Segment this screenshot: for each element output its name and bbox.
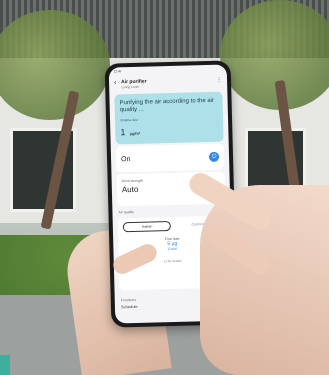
power-label: On [120, 155, 131, 163]
tree [220, 0, 329, 110]
ultrafine-dust-value: 1 [120, 127, 126, 138]
status-card: Purifying the air according to the air q… [114, 91, 224, 145]
more-options-icon[interactable]: ⋮ [216, 77, 222, 84]
power-icon[interactable]: ⏻ [208, 151, 220, 162]
app-bar: ‹ Air purifier Living room ⋮ [109, 74, 227, 92]
status-text: Purifying the air according to the air q… [119, 97, 215, 114]
power-row[interactable]: On ⏻ [115, 143, 225, 173]
tab-indoor[interactable]: Indoor [122, 221, 171, 233]
ultrafine-dust-unit: µg/m³ [129, 130, 141, 137]
status-time: 12:45 [113, 69, 122, 74]
photo-scene: 12:45 ‹ Air purifier Living room ⋮ Purif… [0, 0, 329, 375]
accent-corner [0, 355, 10, 375]
